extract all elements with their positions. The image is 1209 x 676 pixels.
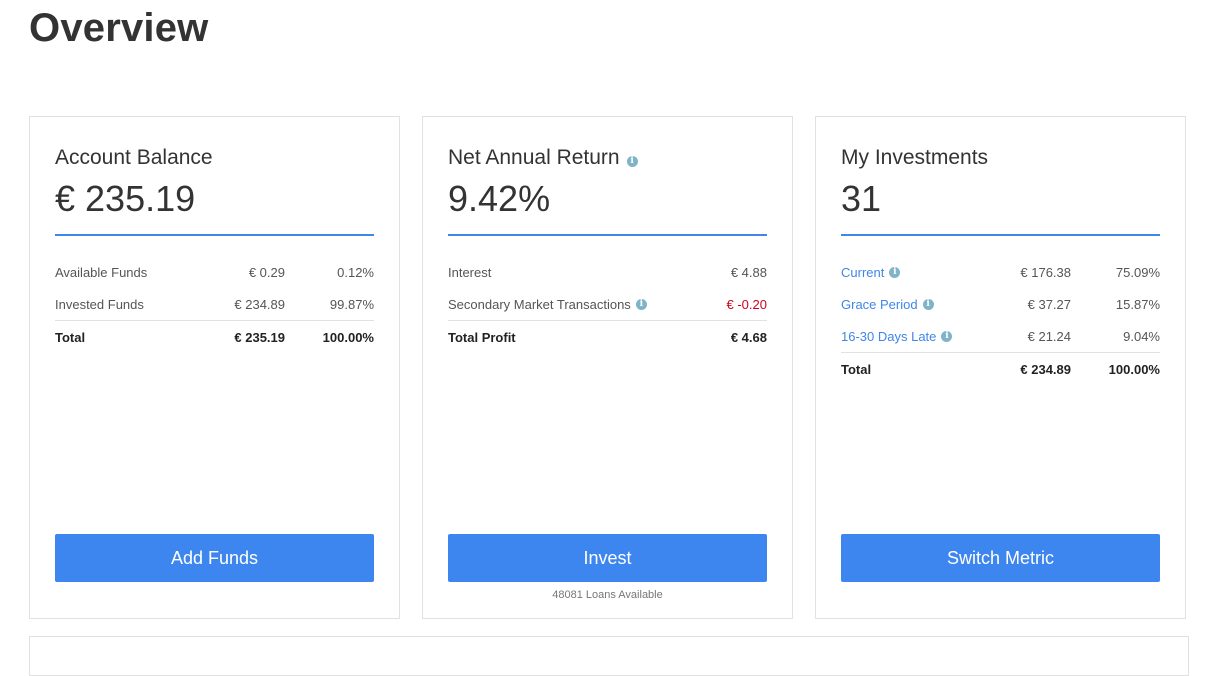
account-balance-title: Account Balance [55,146,213,169]
loans-available-note: 48081 Loans Available [552,589,663,601]
card-divider [55,234,374,236]
total-label: Total Profit [448,330,516,345]
row-label[interactable]: Grace Period [841,297,918,312]
table-row: Secondary Market Transactions i € -0.20 [448,288,767,320]
net-return-table: Interest € 4.88 Secondary Market Transac… [448,256,767,354]
table-row: Interest € 4.88 [448,256,767,288]
total-amount: € 234.89 [1020,362,1071,377]
info-icon[interactable]: i [889,266,901,278]
my-investments-value: 31 [841,178,882,219]
table-row: Current i € 176.38 75.09% [841,256,1160,288]
row-percent: 75.09% [1115,264,1160,280]
card-divider [448,234,767,236]
account-balance-value: € 235.19 [55,178,196,219]
total-row: Total € 234.89 100.00% [841,352,1160,386]
table-row: Available Funds € 0.29 0.12% [55,256,374,288]
info-icon[interactable]: i [635,298,647,310]
current-link[interactable]: Current i [841,265,1020,280]
total-percent: 100.00% [1108,362,1160,377]
row-label: Interest [448,264,492,280]
row-amount: € 0.29 [248,264,285,280]
row-percent: 9.04% [1123,328,1160,344]
grace-period-link[interactable]: Grace Period i [841,297,1028,312]
total-amount: € 4.68 [730,330,767,345]
info-icon[interactable]: i [941,330,953,342]
page-title: Overview [29,6,209,50]
card-title: Account Balance [55,146,213,170]
invest-button[interactable]: Invest [448,534,767,582]
row-label-wrap: Secondary Market Transactions i [448,297,727,312]
my-investments-card: My Investments 31 Current i € 176.38 75.… [815,116,1186,619]
net-annual-return-card: Net Annual Return i 9.42% Interest € 4.8… [422,116,793,619]
row-amount: € 176.38 [1020,264,1071,280]
row-amount: € 234.89 [234,296,285,312]
row-amount: € 37.27 [1027,296,1071,312]
card-divider [841,234,1160,236]
row-label: Invested Funds [55,296,144,312]
switch-metric-button[interactable]: Switch Metric [841,534,1160,582]
row-amount: € 4.88 [730,264,767,280]
my-investments-title: My Investments [841,146,989,169]
total-percent: 100.00% [322,330,374,345]
net-annual-return-title: Net Annual Return [448,146,620,169]
table-row: Grace Period i € 37.27 15.87% [841,288,1160,320]
investments-table: Current i € 176.38 75.09% Grace Period i… [841,256,1160,386]
add-funds-button[interactable]: Add Funds [55,534,374,582]
row-label: Available Funds [55,264,148,280]
row-label[interactable]: 16-30 Days Late [841,329,936,344]
card-title: My Investments [841,146,988,170]
total-label: Total [55,330,86,345]
days-late-link[interactable]: 16-30 Days Late i [841,329,1028,344]
info-icon[interactable]: i [626,155,638,167]
total-label: Total [841,362,872,377]
row-percent: 99.87% [329,296,374,312]
row-label[interactable]: Current [841,265,884,280]
row-percent: 15.87% [1115,296,1160,312]
total-amount: € 235.19 [234,330,285,345]
row-percent: 0.12% [337,264,374,280]
row-amount: € 21.24 [1027,328,1071,344]
card-title: Net Annual Return i [448,146,638,170]
row-label: Secondary Market Transactions [448,296,631,312]
info-icon[interactable]: i [922,298,934,310]
table-row: 16-30 Days Late i € 21.24 9.04% [841,320,1160,352]
row-amount-negative: € -0.20 [726,296,767,312]
net-annual-return-value: 9.42% [448,178,551,219]
total-row: Total Profit € 4.68 [448,320,767,354]
bottom-panel [29,636,1189,676]
account-balance-card: Account Balance € 235.19 Available Funds… [29,116,400,619]
total-row: Total € 235.19 100.00% [55,320,374,354]
account-balance-table: Available Funds € 0.29 0.12% Invested Fu… [55,256,374,354]
table-row: Invested Funds € 234.89 99.87% [55,288,374,320]
